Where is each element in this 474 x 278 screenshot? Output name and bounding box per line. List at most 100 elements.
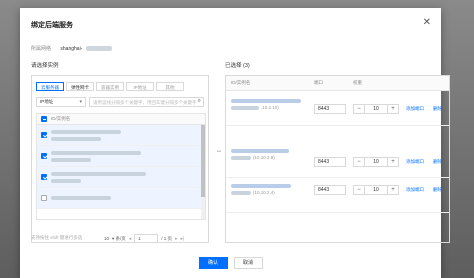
- list-header: ID/实例名: [37, 114, 205, 125]
- redacted-text: [51, 136, 101, 141]
- plus-button[interactable]: +: [388, 158, 398, 166]
- scrollbar-thumb[interactable]: [201, 125, 205, 197]
- minus-button[interactable]: −: [354, 158, 364, 166]
- list-item[interactable]: [37, 146, 205, 167]
- weight-input[interactable]: 10: [364, 186, 388, 194]
- multi-select-hint: 支持按住 shift 键进行多选: [31, 235, 83, 240]
- redacted-text: [231, 149, 289, 153]
- list-item[interactable]: [37, 188, 205, 209]
- redacted-text: [51, 150, 141, 155]
- tab-container[interactable]: 容器实例: [96, 82, 124, 91]
- col-header-port: 端口: [314, 80, 323, 85]
- search-icon[interactable]: ⌕: [198, 98, 201, 105]
- page-size-value[interactable]: 10: [104, 236, 109, 241]
- weight-stepper: − 10 +: [353, 157, 399, 167]
- redacted-text: [51, 157, 91, 162]
- list-item[interactable]: [37, 125, 205, 146]
- instance-ip: .10.2.10): [261, 105, 279, 110]
- available-instances-box: 云服务器 弹性网卡 容器实例 IP地址 其他 IP地址 ▾ ⌕: [31, 75, 209, 243]
- row-checkbox[interactable]: [41, 132, 47, 138]
- row-content: [51, 171, 146, 183]
- port-input[interactable]: 8443: [314, 157, 346, 167]
- row-content: [51, 196, 111, 200]
- minus-button[interactable]: −: [354, 105, 364, 113]
- page-total: / 1 页: [161, 235, 173, 241]
- col-header-id: ID/实例名: [231, 80, 251, 85]
- filter-row: IP地址 ▾ ⌕: [32, 97, 208, 107]
- instance-ip: (10.10.2.9): [253, 155, 275, 160]
- confirm-button[interactable]: 确认: [198, 257, 228, 269]
- cancel-button[interactable]: 取消: [233, 257, 263, 269]
- next-page-icon[interactable]: ▸: [175, 236, 178, 242]
- redacted-text: [51, 129, 121, 134]
- port-input[interactable]: 8443: [314, 185, 346, 195]
- region-row: 所属网络 shanghai-: [31, 45, 112, 52]
- tab-eni[interactable]: 弹性网卡: [66, 82, 94, 91]
- selected-section-label: 已选择 (3): [225, 63, 250, 69]
- region-value-redacted: [85, 46, 112, 52]
- pagination: 10 ▾ 条/页 ◂ 1 / 1 页 ▸ ▸|: [104, 234, 184, 243]
- delete-link[interactable]: 删除: [433, 106, 442, 112]
- list-item[interactable]: [37, 167, 205, 188]
- weight-input[interactable]: 10: [364, 158, 388, 166]
- plus-button[interactable]: +: [388, 186, 398, 194]
- instance-ip: (10.10.2.4): [253, 190, 275, 195]
- add-port-link[interactable]: 添加端口: [406, 187, 424, 193]
- row-checkbox[interactable]: [41, 195, 47, 201]
- col-header-weight: 权重: [353, 80, 362, 85]
- delete-link[interactable]: 删除: [433, 187, 442, 193]
- tab-cvm[interactable]: 云服务器: [36, 82, 64, 91]
- redacted-text: [51, 171, 146, 176]
- redacted-text: [51, 196, 111, 200]
- filter-type-select[interactable]: IP地址 ▾: [36, 97, 86, 107]
- tab-ip[interactable]: IP地址: [126, 82, 154, 91]
- redacted-text: [231, 184, 291, 188]
- page-input[interactable]: 1: [134, 234, 159, 243]
- minus-button[interactable]: −: [354, 186, 364, 194]
- available-instances-panel: 请选择实例 云服务器 弹性网卡 容器实例 IP地址 其他 IP地址 ▾ ⌕: [31, 61, 209, 243]
- instance-type-tabs: 云服务器 弹性网卡 容器实例 IP地址 其他: [32, 76, 208, 95]
- dialog-footer: 确认 取消: [20, 257, 441, 269]
- selected-row: (10.10.2.9) 8443 − 10 + 添加端口 删除: [226, 144, 449, 178]
- delete-link[interactable]: 删除: [433, 159, 442, 165]
- selected-instances-panel: 已选择 (3) ID/实例名 端口 权重 .10.2.10) 8443 − 10…: [225, 61, 450, 243]
- selected-instances-box: ID/实例名 端口 权重 .10.2.10) 8443 − 10 + 添加端口 …: [225, 75, 450, 243]
- select-all-checkbox[interactable]: [41, 116, 47, 122]
- bind-backend-dialog: 绑定后端服务 ✕ 所属网络 shanghai- 请选择实例 云服务器 弹性网卡 …: [20, 8, 450, 278]
- search-input[interactable]: [90, 98, 203, 106]
- available-section-label: 请选择实例: [31, 63, 59, 69]
- last-page-icon[interactable]: ▸|: [181, 236, 185, 242]
- dialog-title: 绑定后端服务: [31, 22, 73, 29]
- instance-list: ID/实例名: [36, 113, 206, 220]
- filter-type-value: IP地址: [40, 99, 54, 104]
- close-icon[interactable]: ✕: [423, 18, 431, 28]
- row-checkbox[interactable]: [41, 174, 47, 180]
- row-content: [51, 150, 141, 162]
- row-checkbox[interactable]: [41, 153, 47, 159]
- tab-other[interactable]: 其他: [156, 82, 184, 91]
- weight-stepper: − 10 +: [353, 104, 399, 114]
- region-value: shanghai-: [60, 46, 83, 52]
- plus-button[interactable]: +: [388, 105, 398, 113]
- redacted-text: [231, 191, 251, 195]
- redacted-text: [231, 99, 301, 103]
- add-port-link[interactable]: 添加端口: [406, 106, 424, 112]
- chevron-down-icon: ▾: [79, 99, 82, 105]
- selected-row: .10.2.10) 8443 − 10 + 添加端口 删除: [226, 92, 449, 126]
- region-label: 所属网络: [31, 46, 52, 52]
- prev-page-icon[interactable]: ◂: [129, 236, 132, 242]
- redacted-text: [231, 106, 259, 110]
- list-header-id: ID/实例名: [51, 116, 71, 121]
- redacted-text: [231, 156, 251, 160]
- selected-row: (10.10.2.4) 8443 − 10 + 添加端口 删除: [226, 179, 449, 213]
- transfer-arrows-icon: ↔: [216, 148, 222, 154]
- selected-table-header: ID/实例名 端口 权重: [226, 76, 449, 91]
- weight-stepper: − 10 +: [353, 185, 399, 195]
- page-size-suffix[interactable]: ▾ 条/页: [112, 236, 126, 242]
- list-scrollbar[interactable]: [201, 125, 205, 219]
- search-box: ⌕: [89, 97, 204, 107]
- add-port-link[interactable]: 添加端口: [406, 159, 424, 165]
- weight-input[interactable]: 10: [364, 105, 388, 113]
- redacted-text: [51, 178, 81, 183]
- port-input[interactable]: 8443: [314, 104, 346, 114]
